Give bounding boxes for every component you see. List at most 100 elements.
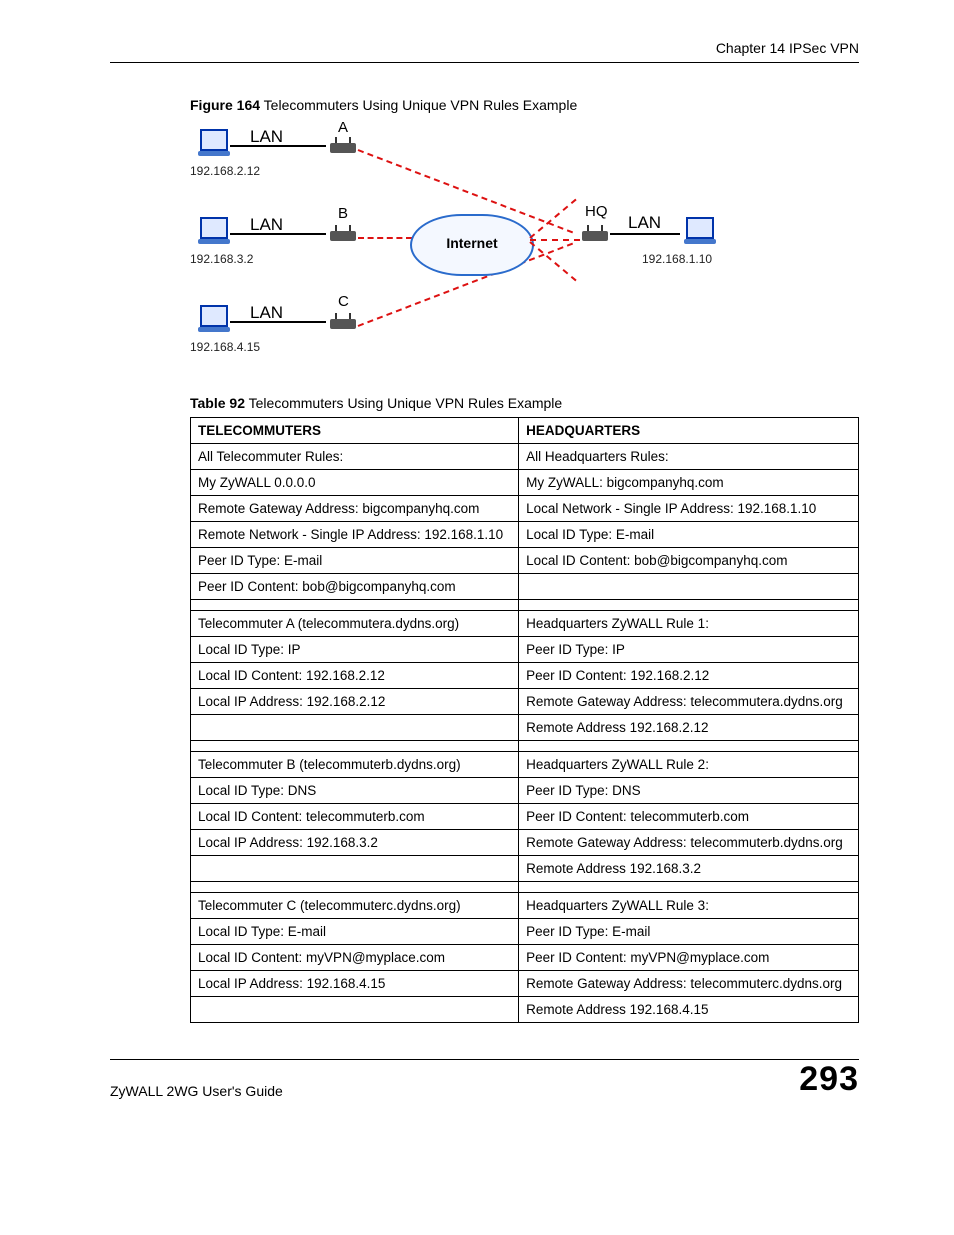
table-header-right: HEADQUARTERS	[519, 418, 859, 444]
table-cell-right: Remote Gateway Address: telecommuterb.dy…	[519, 830, 859, 856]
figure-caption-rest: Telecommuters Using Unique VPN Rules Exa…	[260, 97, 577, 113]
table-caption: Table 92 Telecommuters Using Unique VPN …	[190, 395, 859, 411]
table-row: Peer ID Type: E-mailLocal ID Content: bo…	[191, 548, 859, 574]
table-cell-left: Peer ID Type: E-mail	[191, 548, 519, 574]
table-row: Local IP Address: 192.168.3.2Remote Gate…	[191, 830, 859, 856]
table-row: My ZyWALL 0.0.0.0My ZyWALL: bigcompanyhq…	[191, 470, 859, 496]
table-cell-spacer	[191, 741, 519, 752]
table-caption-rest: Telecommuters Using Unique VPN Rules Exa…	[245, 395, 562, 411]
table-row: Remote Address 192.168.3.2	[191, 856, 859, 882]
table-cell-right: Headquarters ZyWALL Rule 1:	[519, 611, 859, 637]
table-cell-right: All Headquarters Rules:	[519, 444, 859, 470]
table-cell-spacer	[519, 600, 859, 611]
table-cell-left: Local ID Type: IP	[191, 637, 519, 663]
table-row: Local ID Type: IPPeer ID Type: IP	[191, 637, 859, 663]
table-cell-left: Local ID Content: myVPN@myplace.com	[191, 945, 519, 971]
table-cell-right: Remote Address 192.168.2.12	[519, 715, 859, 741]
table-row: Remote Address 192.168.2.12	[191, 715, 859, 741]
table-cell-right: Remote Address 192.168.3.2	[519, 856, 859, 882]
table-cell-left: Local IP Address: 192.168.2.12	[191, 689, 519, 715]
table-cell-right: Peer ID Content: 192.168.2.12	[519, 663, 859, 689]
table-cell-left: Peer ID Content: bob@bigcompanyhq.com	[191, 574, 519, 600]
router-a-icon	[330, 143, 356, 153]
table-row: Telecommuter A (telecommutera.dydns.org)…	[191, 611, 859, 637]
table-cell-left: Telecommuter C (telecommuterc.dydns.org)	[191, 893, 519, 919]
chapter-header: Chapter 14 IPSec VPN	[110, 40, 859, 56]
header-rule	[110, 62, 859, 63]
table-cell-right: Local Network - Single IP Address: 192.1…	[519, 496, 859, 522]
table-cell-spacer	[191, 882, 519, 893]
table-row: Remote Network - Single IP Address: 192.…	[191, 522, 859, 548]
node-a-pc	[200, 129, 228, 153]
table-cell-right	[519, 574, 859, 600]
vpn-line-c-hq	[529, 241, 576, 281]
table-cell-spacer	[519, 741, 859, 752]
node-hq-pc	[686, 217, 714, 241]
internet-cloud: Internet	[410, 214, 534, 276]
router-hq-icon	[582, 231, 608, 241]
table-row: All Telecommuter Rules:All Headquarters …	[191, 444, 859, 470]
node-c-pc	[200, 305, 228, 329]
table-row: Local IP Address: 192.168.2.12Remote Gat…	[191, 689, 859, 715]
table-cell-left	[191, 997, 519, 1023]
table-row	[191, 600, 859, 611]
letter-hq: HQ	[585, 203, 608, 220]
wire-c-lan	[230, 321, 326, 323]
table-cell-left: Local ID Type: E-mail	[191, 919, 519, 945]
table-cell-left: Local ID Content: 192.168.2.12	[191, 663, 519, 689]
table-row: Remote Gateway Address: bigcompanyhq.com…	[191, 496, 859, 522]
ip-c: 192.168.4.15	[190, 340, 260, 354]
router-b-icon	[330, 231, 356, 241]
table-row: Telecommuter C (telecommuterc.dydns.org)…	[191, 893, 859, 919]
node-b-pc	[200, 217, 228, 241]
table-cell-right: Peer ID Type: E-mail	[519, 919, 859, 945]
table-cell-right: Remote Address 192.168.4.15	[519, 997, 859, 1023]
table-row: Local IP Address: 192.168.4.15Remote Gat…	[191, 971, 859, 997]
ip-a: 192.168.2.12	[190, 164, 260, 178]
table-cell-right: Headquarters ZyWALL Rule 3:	[519, 893, 859, 919]
footer-guide-title: ZyWALL 2WG User's Guide	[110, 1065, 283, 1099]
router-c-icon	[330, 319, 356, 329]
table-cell-left: Local IP Address: 192.168.3.2	[191, 830, 519, 856]
vpn-line-b-out	[358, 237, 412, 239]
ip-hq: 192.168.1.10	[642, 252, 712, 266]
table-cell-right: Local ID Type: E-mail	[519, 522, 859, 548]
table-row: Local ID Type: DNSPeer ID Type: DNS	[191, 778, 859, 804]
vpn-rules-table: TELECOMMUTERS HEADQUARTERS All Telecommu…	[190, 417, 859, 1023]
table-cell-left	[191, 715, 519, 741]
table-cell-right: Peer ID Type: DNS	[519, 778, 859, 804]
table-row: Local ID Content: myVPN@myplace.comPeer …	[191, 945, 859, 971]
table-cell-spacer	[191, 600, 519, 611]
table-row: Local ID Type: E-mailPeer ID Type: E-mai…	[191, 919, 859, 945]
ip-b: 192.168.3.2	[190, 252, 253, 266]
letter-c: C	[338, 293, 349, 310]
table-cell-left: My ZyWALL 0.0.0.0	[191, 470, 519, 496]
pc-icon	[200, 305, 228, 327]
letter-a: A	[338, 119, 348, 136]
lan-label-b: LAN	[250, 215, 283, 235]
wire-hq-lan	[610, 233, 680, 235]
table-cell-right: Peer ID Content: myVPN@myplace.com	[519, 945, 859, 971]
figure-caption-bold: Figure 164	[190, 97, 260, 113]
table-cell-left: Local ID Content: telecommuterb.com	[191, 804, 519, 830]
pc-icon	[686, 217, 714, 239]
table-row: Peer ID Content: bob@bigcompanyhq.com	[191, 574, 859, 600]
figure-caption: Figure 164 Telecommuters Using Unique VP…	[190, 97, 859, 113]
table-cell-left: Remote Network - Single IP Address: 192.…	[191, 522, 519, 548]
pc-icon	[200, 129, 228, 151]
table-cell-right: Remote Gateway Address: telecommuterc.dy…	[519, 971, 859, 997]
page-number: 293	[799, 1060, 859, 1099]
pc-icon	[200, 217, 228, 239]
table-row: Local ID Content: 192.168.2.12Peer ID Co…	[191, 663, 859, 689]
table-cell-right: Peer ID Type: IP	[519, 637, 859, 663]
table-cell-left	[191, 856, 519, 882]
letter-b: B	[338, 205, 348, 222]
table-row	[191, 741, 859, 752]
vpn-line-hq-in	[530, 239, 580, 241]
table-row: Remote Address 192.168.4.15	[191, 997, 859, 1023]
table-cell-left: Telecommuter A (telecommutera.dydns.org)	[191, 611, 519, 637]
table-cell-left: Local IP Address: 192.168.4.15	[191, 971, 519, 997]
table-cell-right: Remote Gateway Address: telecommutera.dy…	[519, 689, 859, 715]
wire-b-lan	[230, 233, 326, 235]
table-header-row: TELECOMMUTERS HEADQUARTERS	[191, 418, 859, 444]
